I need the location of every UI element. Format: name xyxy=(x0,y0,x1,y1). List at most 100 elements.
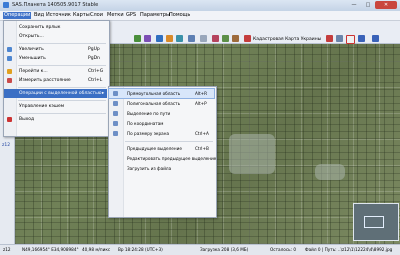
menu-item-save-shortcut[interactable]: Сохранить ярлык xyxy=(4,23,107,32)
map-type-icon[interactable] xyxy=(244,35,251,42)
pencil-icon[interactable] xyxy=(166,35,173,42)
menu-operations[interactable]: Операции xyxy=(3,12,32,19)
menu-item-label: Перейти к... xyxy=(19,69,48,74)
app-window: SAS.Планета 140505.9017 Stable — □ ✕ Опе… xyxy=(0,0,400,255)
selection-icon[interactable] xyxy=(200,35,207,42)
status-file-path: Файл 0 | Путь: ..\z12\1\12224\4\8992.jpg xyxy=(305,247,393,252)
menu-settings[interactable]: Параметры xyxy=(139,12,171,19)
menu-maps[interactable]: Карты xyxy=(72,12,91,19)
marker-icon[interactable] xyxy=(188,35,195,42)
hybrid-icon[interactable] xyxy=(336,35,343,42)
ruler-icon xyxy=(7,78,12,83)
submenu-item-shortcut: Alt+R xyxy=(195,91,208,96)
menu-help[interactable]: Помощь xyxy=(168,12,191,19)
maximize-button[interactable]: □ xyxy=(361,1,375,9)
menu-item-shortcut: PgDn xyxy=(88,56,100,61)
submenu-item-label: Выделение по пути xyxy=(127,111,171,116)
menu-item-selection-operations[interactable]: Операции с выделенной областью ▸ xyxy=(4,89,107,98)
gps-icon[interactable] xyxy=(358,35,365,42)
submenu-item-by-coordinates[interactable]: По координатам xyxy=(109,119,214,128)
search-icon[interactable] xyxy=(232,35,239,42)
menu-item-open[interactable]: Открыть... xyxy=(4,32,107,41)
menu-item-label: Управление кэшем xyxy=(19,104,65,109)
stop-icon[interactable] xyxy=(212,35,219,42)
map-selector[interactable]: Кадастровая Карта Украины xyxy=(253,37,321,42)
submenu-item-previous-selection[interactable]: Предыдущее выделение Ctrl+B xyxy=(109,144,214,153)
menu-item-shortcut: Ctrl+G xyxy=(88,69,104,74)
status-zoom: z12 xyxy=(3,247,11,252)
menu-item-label: Увеличить xyxy=(19,47,44,52)
menu-gps[interactable]: GPS xyxy=(125,12,137,19)
status-bar: z12 N49,166954° E34,908984° 40,98 м/пикс… xyxy=(0,244,400,255)
menu-item-label: Уменьшить xyxy=(19,56,46,61)
window-title: SAS.Планета 140505.9017 Stable xyxy=(12,2,99,8)
submenu-item-label: Предыдущее выделение xyxy=(127,146,182,151)
title-bar: SAS.Планета 140505.9017 Stable — □ ✕ xyxy=(0,0,400,11)
ruler-icon[interactable] xyxy=(176,35,183,42)
menu-item-cache-management[interactable]: Управление кэшем xyxy=(4,102,107,111)
menu-source[interactable]: Источник xyxy=(45,12,72,19)
chevron-right-icon: ▸ xyxy=(102,91,105,96)
status-coordinates: N49,166954° E34,908984° xyxy=(22,247,79,252)
selection-submenu: Прямоугольная область Alt+R Полигональна… xyxy=(108,86,217,218)
submenu-item-label: Редактировать предыдущее выделение xyxy=(127,156,217,161)
submenu-item-label: По координатам xyxy=(127,121,164,126)
menu-separator xyxy=(18,87,106,88)
submenu-item-shortcut: Alt+P xyxy=(195,101,207,106)
zoom-in-icon xyxy=(7,47,12,52)
status-remaining: Осталось: 0 xyxy=(270,247,297,252)
submenu-item-label: Загрузить из файла xyxy=(127,166,172,171)
menu-item-label: Операции с выделенной областью xyxy=(19,91,102,96)
menu-item-exit[interactable]: Выход xyxy=(4,115,107,124)
menu-item-label: Сохранить ярлык xyxy=(19,25,61,30)
submenu-item-rect-area[interactable]: Прямоугольная область Alt+R xyxy=(108,88,215,99)
menu-separator xyxy=(18,43,106,44)
menu-item-shortcut: PgUp xyxy=(88,47,100,52)
map-layer-icon[interactable] xyxy=(134,35,141,42)
submenu-item-polygon-area[interactable]: Полигональная область Alt+P xyxy=(109,99,214,108)
menu-item-goto[interactable]: Перейти к... Ctrl+G xyxy=(4,67,107,76)
menu-item-label: Открыть... xyxy=(19,34,44,39)
app-icon xyxy=(3,2,9,8)
polygon-select-icon xyxy=(113,101,118,106)
submenu-item-screen-size[interactable]: По размеру экрана Ctrl+A xyxy=(109,129,214,138)
zoom-out-icon xyxy=(7,56,12,61)
submenu-item-label: По размеру экрана xyxy=(127,131,170,136)
star-icon[interactable] xyxy=(144,35,151,42)
menu-view[interactable]: Вид xyxy=(33,12,45,19)
menu-item-zoom-in[interactable]: Увеличить PgUp xyxy=(4,45,107,54)
rectangle-select-icon xyxy=(113,91,118,96)
menu-item-zoom-out[interactable]: Уменьшить PgDn xyxy=(4,54,107,63)
menu-separator xyxy=(18,113,106,114)
close-button[interactable]: ✕ xyxy=(375,1,397,9)
screen-select-icon xyxy=(113,131,118,136)
exit-icon xyxy=(7,117,12,122)
menu-separator xyxy=(18,100,106,101)
submenu-item-load-from-file[interactable]: Загрузить из файла xyxy=(109,164,214,173)
minimize-button[interactable]: — xyxy=(347,1,361,9)
status-scale: 40,98 м/пикс xyxy=(82,247,111,252)
submenu-item-label: Прямоугольная область xyxy=(127,91,181,96)
satellite-icon[interactable] xyxy=(326,35,333,42)
menu-item-shortcut: Ctrl+L xyxy=(88,78,103,83)
globe-icon[interactable] xyxy=(156,35,163,42)
track-icon[interactable] xyxy=(372,35,379,42)
submenu-item-edit-previous[interactable]: Редактировать предыдущее выделение xyxy=(109,154,217,163)
minimap-viewport[interactable] xyxy=(364,216,384,228)
menu-item-measure-distance[interactable]: Измерить расстояние Ctrl+L xyxy=(4,76,107,85)
menu-layers[interactable]: Слои xyxy=(89,12,104,19)
map-settlement xyxy=(315,164,345,180)
minimap[interactable] xyxy=(353,203,399,241)
submenu-item-path-select[interactable]: Выделение по пути xyxy=(109,109,214,118)
menu-item-label: Измерить расстояние xyxy=(19,78,71,83)
map-settlement xyxy=(229,134,275,174)
record-icon[interactable] xyxy=(346,35,355,44)
submenu-item-label: Полигональная область xyxy=(127,101,181,106)
menu-marks[interactable]: Метки xyxy=(106,12,125,19)
operations-menu: Сохранить ярлык Открыть... Увеличить PgU… xyxy=(3,20,110,137)
path-select-icon xyxy=(113,111,118,116)
status-time: Вр 18:24:28 (UTC+3) xyxy=(118,247,163,252)
menu-separator xyxy=(18,65,106,66)
layers-icon[interactable] xyxy=(222,35,229,42)
coordinates-icon xyxy=(113,121,118,126)
